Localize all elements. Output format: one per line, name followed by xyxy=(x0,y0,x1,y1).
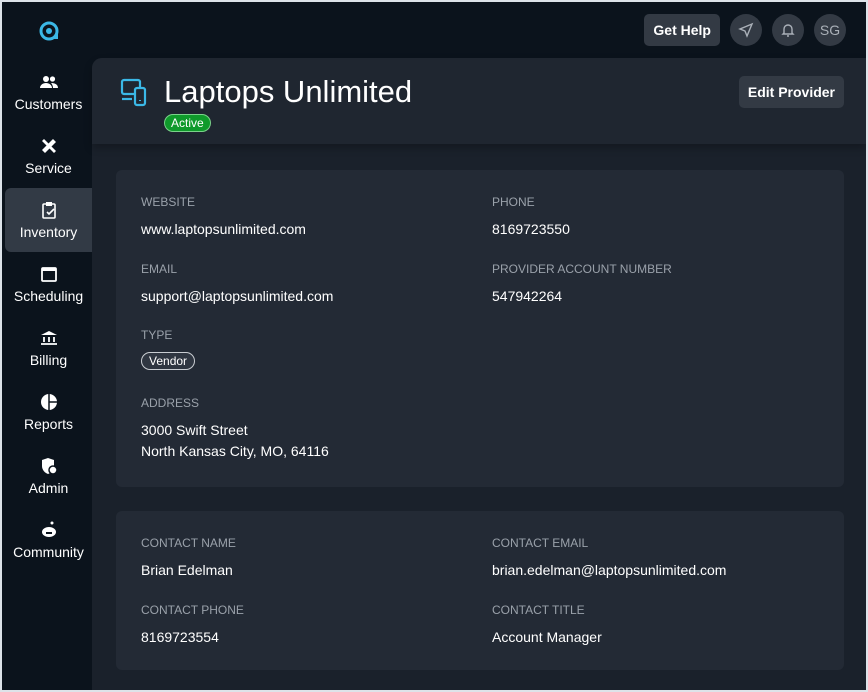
shield-user-icon xyxy=(41,458,58,475)
sidebar-item-label: Admin xyxy=(28,480,69,496)
contact-name-label: CONTACT NAME xyxy=(141,536,236,550)
sidebar-nav: Customers Service Inventory Scheduling B… xyxy=(5,60,92,572)
website-value: www.laptopsunlimited.com xyxy=(141,221,306,237)
main-content: Laptops Unlimited Active Edit Provider W… xyxy=(92,58,866,690)
bank-icon xyxy=(40,331,57,345)
account-number-label: PROVIDER ACCOUNT NUMBER xyxy=(492,262,672,276)
people-icon xyxy=(39,76,58,88)
sidebar-item-reports[interactable]: Reports xyxy=(5,380,92,444)
website-label: WEBSITE xyxy=(141,195,196,209)
sidebar-item-service[interactable]: Service xyxy=(5,124,92,188)
sidebar-item-billing[interactable]: Billing xyxy=(5,316,92,380)
sidebar-item-label: Billing xyxy=(29,352,68,368)
bell-icon xyxy=(781,24,795,37)
send-button[interactable] xyxy=(730,14,762,46)
email-label: EMAIL xyxy=(141,262,178,276)
sidebar-item-label: Service xyxy=(25,160,72,176)
clipboard-check-icon xyxy=(41,202,56,219)
community-icon xyxy=(41,521,56,537)
sidebar-item-label: Inventory xyxy=(19,224,78,240)
email-value: support@laptopsunlimited.com xyxy=(141,288,334,304)
status-badge: Active xyxy=(164,114,211,132)
app-window: Customers Service Inventory Scheduling B… xyxy=(2,2,866,690)
tools-icon xyxy=(41,139,56,153)
edit-provider-button[interactable]: Edit Provider xyxy=(738,76,844,108)
sidebar-item-community[interactable]: Community xyxy=(5,508,92,572)
devices-icon xyxy=(120,78,147,107)
sidebar-item-inventory[interactable]: Inventory xyxy=(5,188,92,252)
address-line-1: 3000 Swift Street xyxy=(141,422,248,438)
contact-title-value: Account Manager xyxy=(492,629,602,645)
sidebar-item-customers[interactable]: Customers xyxy=(5,60,92,124)
contact-name-value: Brian Edelman xyxy=(141,562,233,578)
contact-phone-value: 8169723554 xyxy=(141,629,219,645)
type-badge: Vendor xyxy=(141,352,196,370)
contact-card: CONTACT NAME Brian Edelman CONTACT EMAIL b… xyxy=(116,511,844,670)
notifications-button[interactable] xyxy=(772,14,804,46)
contact-title-label: CONTACT TITLE xyxy=(492,603,585,617)
logo-icon[interactable] xyxy=(38,20,60,42)
address-line-2: North Kansas City, MO, 64116 xyxy=(141,443,329,459)
sidebar-item-label: Customers xyxy=(14,96,83,112)
page-title: Laptops Unlimited xyxy=(164,74,413,109)
sidebar-item-label: Scheduling xyxy=(13,288,84,304)
calendar-icon xyxy=(40,267,57,282)
provider-details-card: WEBSITE www.laptopsunlimited.com PHONE 816… xyxy=(116,170,844,487)
contact-email-label: CONTACT EMAIL xyxy=(492,536,589,550)
provider-header: Laptops Unlimited Active Edit Provider xyxy=(92,58,866,144)
sidebar-item-admin[interactable]: Admin xyxy=(5,444,92,508)
contact-email-value: brian.edelman@laptopsunlimited.com xyxy=(492,562,727,578)
paper-plane-icon xyxy=(738,22,754,38)
contact-phone-label: CONTACT PHONE xyxy=(141,603,244,617)
user-avatar[interactable]: SG xyxy=(814,14,846,46)
sidebar-item-label: Reports xyxy=(23,416,74,432)
account-number-value: 547942264 xyxy=(492,288,563,304)
pie-chart-icon xyxy=(40,394,57,410)
phone-label: PHONE xyxy=(492,195,535,209)
address-label: ADDRESS xyxy=(141,396,200,410)
sidebar-item-label: Community xyxy=(13,544,84,560)
sidebar-item-scheduling[interactable]: Scheduling xyxy=(5,252,92,316)
top-bar: Get Help SG xyxy=(644,14,846,46)
get-help-button[interactable]: Get Help xyxy=(644,14,720,46)
type-label: TYPE xyxy=(141,328,173,342)
phone-value: 8169723550 xyxy=(492,221,570,237)
